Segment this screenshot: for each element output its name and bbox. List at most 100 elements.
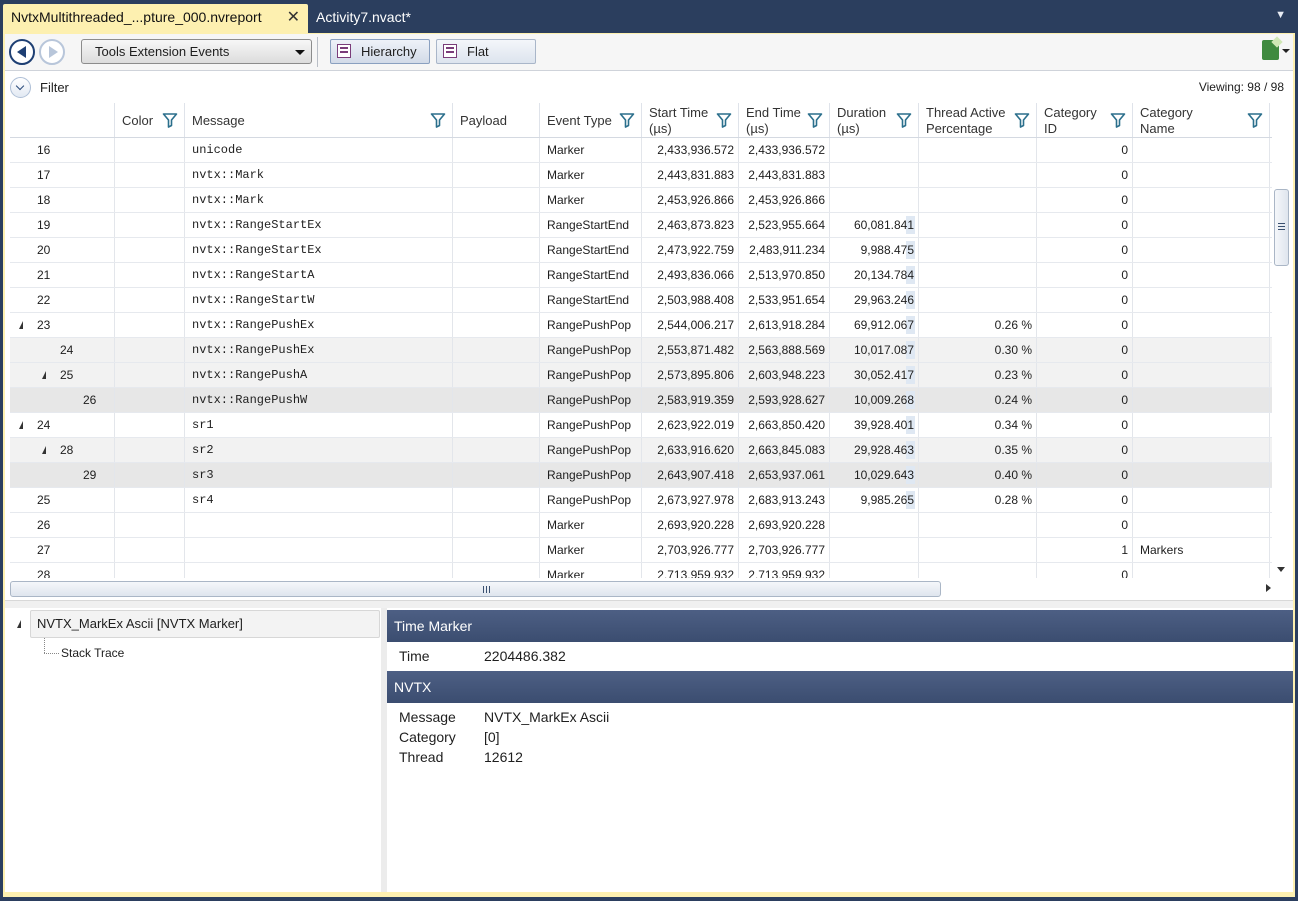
thread-active-cell: 0.24 %	[919, 388, 1037, 412]
table-row[interactable]: 29 sr3 RangePushPop 2,643,907.418 2,653,937.…	[10, 463, 1272, 488]
vertical-scrollbar[interactable]	[1272, 138, 1291, 578]
table-row[interactable]: 22 nvtx::RangeStartW RangeStartEnd 2,503,98…	[10, 288, 1272, 313]
tree-node-selected[interactable]: NVTX_MarkEx Ascii [NVTX Marker]	[30, 610, 380, 638]
horizontal-scrollbar[interactable]	[10, 578, 1272, 600]
tree-expander-icon[interactable]	[15, 421, 23, 429]
forward-button[interactable]	[39, 39, 65, 65]
page-select-dropdown[interactable]: Tools Extension Events	[81, 39, 312, 64]
filter-funnel-icon[interactable]	[896, 112, 912, 128]
message-cell	[185, 563, 453, 578]
table-row[interactable]: 25 sr4 RangePushPop 2,673,927.978 2,683,913.…	[10, 488, 1272, 513]
table-row[interactable]: 25 nvtx::RangePushA RangePushPop 2,573,895.…	[10, 363, 1272, 388]
filter-expand-button[interactable]	[10, 77, 31, 98]
column-header-end[interactable]: End Time (µs)	[739, 103, 830, 137]
back-button[interactable]	[9, 39, 35, 65]
start-cell: 2,453,926.866	[642, 188, 739, 212]
event-type-cell: RangePushPop	[540, 413, 642, 437]
close-icon[interactable]: ✕	[287, 4, 300, 31]
filter-funnel-icon[interactable]	[1110, 112, 1126, 128]
table-row[interactable]: 21 nvtx::RangeStartA RangeStartEnd 2,493,83…	[10, 263, 1272, 288]
column-header-id[interactable]	[10, 103, 115, 137]
category-name-cell	[1133, 288, 1270, 312]
end-cell: 2,693,920.228	[739, 513, 830, 537]
start-cell: 2,623,922.019	[642, 413, 739, 437]
duration-value: 9,985.265	[860, 493, 914, 507]
thread-active-cell	[919, 238, 1037, 262]
column-header-start[interactable]: Start Time (µs)	[642, 103, 739, 137]
tab-nvreport[interactable]: NvtxMultithreaded_...pture_000.nvreport …	[3, 4, 308, 33]
color-cell	[115, 538, 185, 562]
column-header-message[interactable]: Message	[185, 103, 453, 137]
column-header-duration[interactable]: Duration (µs)	[830, 103, 919, 137]
message-cell: sr1	[185, 413, 453, 437]
start-cell: 2,473,922.759	[642, 238, 739, 262]
filter-funnel-icon[interactable]	[162, 112, 178, 128]
tab-activity[interactable]: Activity7.nvact*	[308, 4, 448, 33]
filter-funnel-icon[interactable]	[619, 112, 635, 128]
table-row[interactable]: 27 Marker 2,703,926.777 2,703,926.777 1 Marke…	[10, 538, 1272, 563]
horizontal-scroll-thumb[interactable]	[10, 581, 941, 597]
table-row[interactable]: 19 nvtx::RangeStartEx RangeStartEnd 2,463,8…	[10, 213, 1272, 238]
report-document: Tools Extension Events Hierarchy Flat Fi…	[5, 34, 1293, 892]
thread-active-cell: 0.30 %	[919, 338, 1037, 362]
duration-value: 29,963.246	[853, 293, 914, 307]
tree-expander-icon[interactable]	[13, 620, 21, 628]
table-row[interactable]: 28 Marker 2,713,959.932 2,713,959.932 0	[10, 563, 1272, 578]
payload-cell	[453, 513, 540, 537]
export-excel-icon[interactable]	[1262, 40, 1279, 60]
hierarchy-view-button[interactable]: Hierarchy	[330, 39, 430, 64]
duration-cell	[830, 538, 919, 562]
thread-active-cell	[919, 513, 1037, 537]
table-row[interactable]: 23 nvtx::RangePushEx RangePushPop 2,544,006…	[10, 313, 1272, 338]
row-id: 25	[60, 368, 74, 382]
filter-funnel-icon[interactable]	[807, 112, 823, 128]
category-name-cell	[1133, 188, 1270, 212]
category-id-cell: 0	[1037, 488, 1133, 512]
table-row[interactable]: 24 nvtx::RangePushEx RangePushPop 2,553,871…	[10, 338, 1272, 363]
end-cell: 2,533,951.654	[739, 288, 830, 312]
end-cell: 2,683,913.243	[739, 488, 830, 512]
filter-funnel-icon[interactable]	[430, 112, 446, 128]
duration-value: 9,988.475	[860, 243, 914, 257]
table-row[interactable]: 20 nvtx::RangeStartEx RangeStartEnd 2,473,9…	[10, 238, 1272, 263]
chevron-down-icon[interactable]	[1282, 49, 1290, 53]
duration-value: 29,928.463	[853, 443, 914, 457]
table-row[interactable]: 17 nvtx::Mark Marker 2,443,831.883 2,443,831…	[10, 163, 1272, 188]
table-row[interactable]: 18 nvtx::Mark Marker 2,453,926.866 2,453,926…	[10, 188, 1272, 213]
duration-cell: 20,134.784	[830, 263, 919, 287]
column-header-unit: (µs)	[837, 121, 860, 136]
thread-active-cell	[919, 163, 1037, 187]
scroll-down-icon[interactable]	[1277, 567, 1285, 572]
table-row[interactable]: 26 Marker 2,693,920.228 2,693,920.228 0	[10, 513, 1272, 538]
tree-expander-icon[interactable]	[38, 446, 46, 454]
table-row[interactable]: 16 unicode Marker 2,433,936.572 2,433,936.57…	[10, 138, 1272, 163]
tree-node-stack-trace[interactable]: Stack Trace	[61, 646, 124, 660]
column-header-category-id[interactable]: Category ID	[1037, 103, 1133, 137]
category-name-cell	[1133, 488, 1270, 512]
tree-expander-icon[interactable]	[38, 371, 46, 379]
column-header-thread-active[interactable]: Thread Active Percentage	[919, 103, 1037, 137]
duration-cell	[830, 138, 919, 162]
column-header-category-name[interactable]: Category Name	[1133, 103, 1270, 137]
column-header-payload[interactable]: Payload	[453, 103, 540, 137]
event-type-cell: Marker	[540, 188, 642, 212]
filter-funnel-icon[interactable]	[1014, 112, 1030, 128]
table-row[interactable]: 28 sr2 RangePushPop 2,633,916.620 2,663,845.…	[10, 438, 1272, 463]
chevron-down-icon[interactable]: ▼	[1275, 9, 1286, 21]
filter-funnel-icon[interactable]	[1247, 112, 1263, 128]
table-row[interactable]: 24 sr1 RangePushPop 2,623,922.019 2,663,850.…	[10, 413, 1272, 438]
column-header-label: Start Time	[649, 105, 709, 120]
table-row[interactable]: 26 nvtx::RangePushW RangePushPop 2,583,919.…	[10, 388, 1272, 413]
scroll-right-icon[interactable]	[1266, 584, 1271, 592]
filter-funnel-icon[interactable]	[716, 112, 732, 128]
column-header-event-type[interactable]: Event Type	[540, 103, 642, 137]
duration-cell: 30,052.417	[830, 363, 919, 387]
vertical-scroll-thumb[interactable]	[1274, 189, 1289, 266]
column-header-label: End Time	[746, 105, 801, 120]
flat-view-button[interactable]: Flat	[436, 39, 536, 64]
column-header-color[interactable]: Color	[115, 103, 185, 137]
tree-expander-icon[interactable]	[15, 321, 23, 329]
payload-cell	[453, 313, 540, 337]
start-cell: 2,583,919.359	[642, 388, 739, 412]
row-id-cell: 26	[10, 388, 115, 412]
